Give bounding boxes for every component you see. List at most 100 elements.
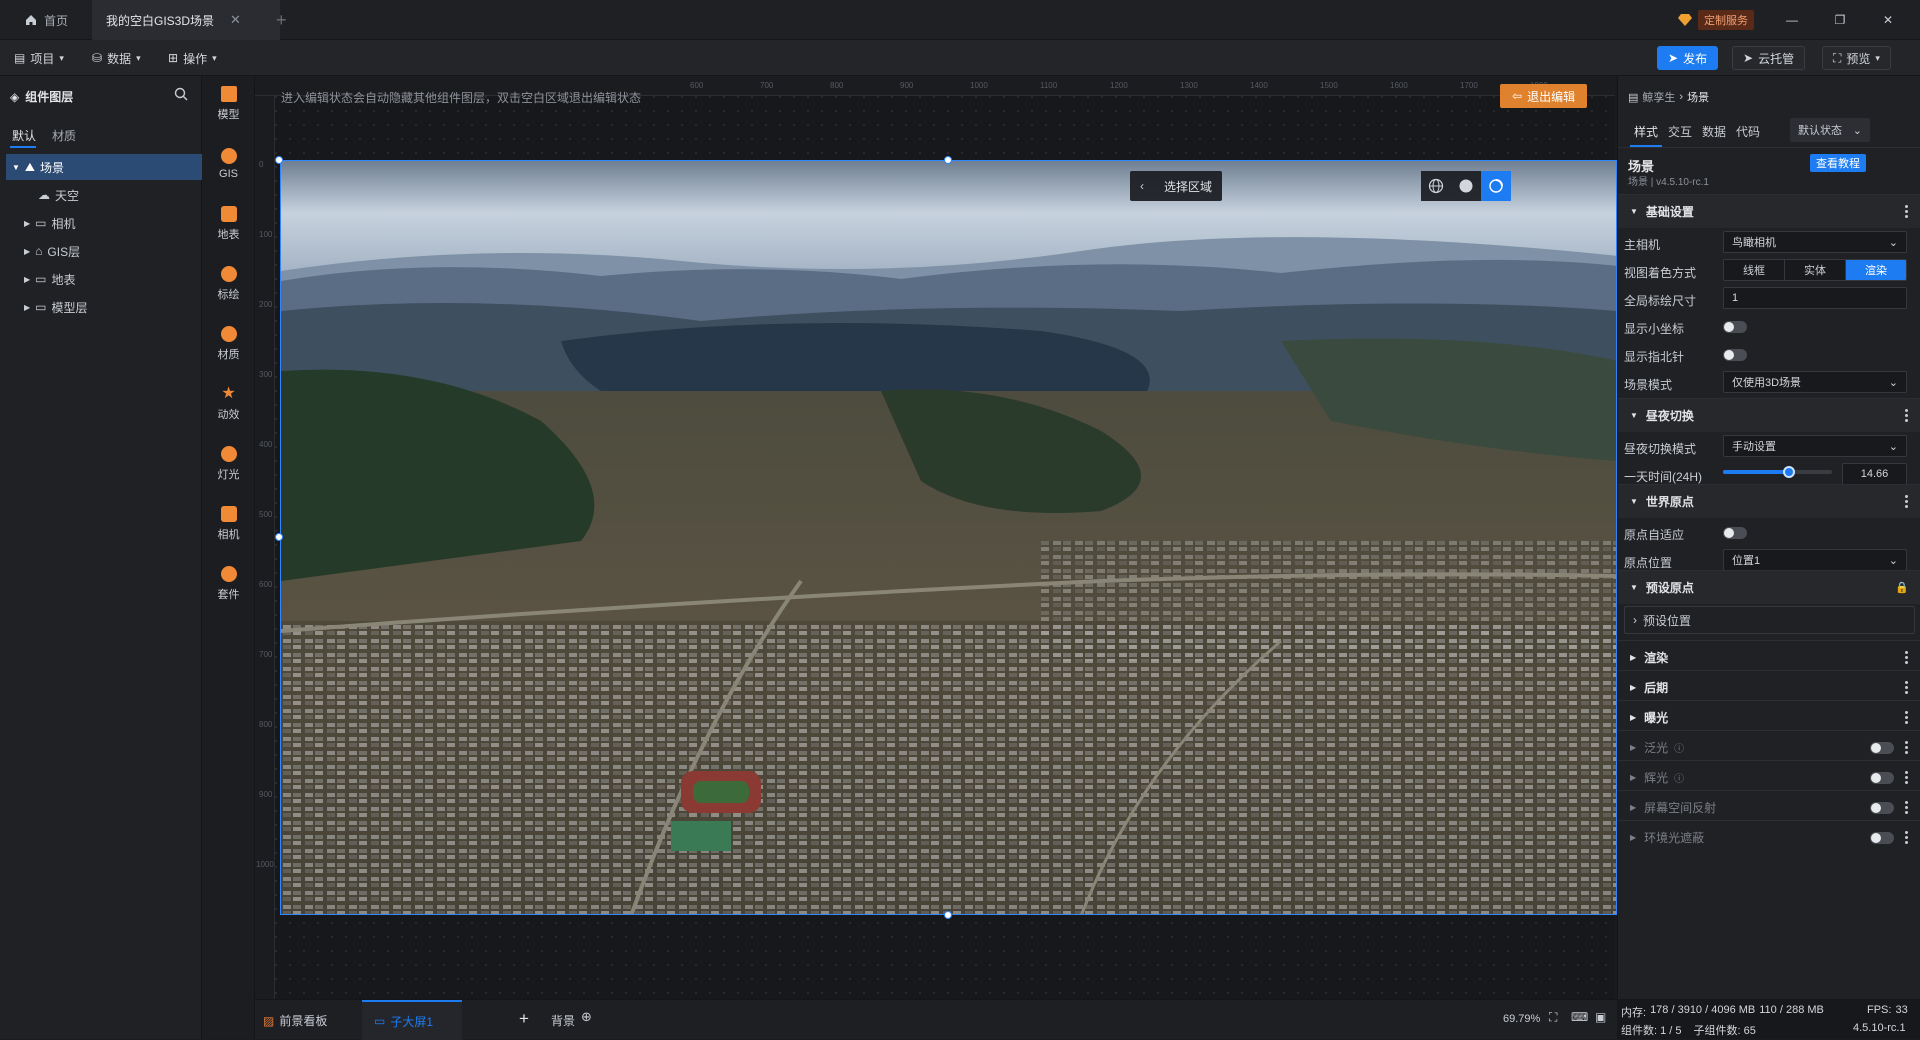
- tab-home[interactable]: 首页: [10, 0, 82, 40]
- scene-viewport[interactable]: ‹ 选择区域: [280, 160, 1617, 915]
- tree-item-scene[interactable]: ▼ ⛰ 场景: [6, 154, 202, 180]
- minimize-icon[interactable]: —: [1770, 0, 1814, 40]
- main-camera-select[interactable]: 鸟瞰相机 ⌄: [1723, 231, 1907, 253]
- tree-item-camera[interactable]: ▶ ▭ 相机: [6, 210, 202, 236]
- resize-handle-tl[interactable]: [275, 156, 283, 164]
- shading-option-render[interactable]: 渲染: [1846, 260, 1906, 280]
- time-value-input[interactable]: 14.66: [1842, 463, 1907, 485]
- tab-code[interactable]: 代码: [1736, 123, 1760, 140]
- more-icon[interactable]: [1905, 771, 1909, 784]
- layers-tab-default[interactable]: 默认: [12, 127, 36, 144]
- more-icon[interactable]: [1905, 409, 1909, 422]
- iconbar-marker[interactable]: 标绘: [202, 256, 255, 312]
- origin-position-select[interactable]: 位置1 ⌄: [1723, 549, 1907, 571]
- cloud-host-button[interactable]: ➤ 云托管: [1732, 46, 1806, 70]
- ssr-toggle[interactable]: [1870, 802, 1894, 814]
- chevron-left-icon[interactable]: ‹: [1130, 179, 1154, 193]
- help-icon[interactable]: ⓘ: [1674, 740, 1684, 755]
- section-basic[interactable]: ▼ 基础设置: [1618, 194, 1920, 228]
- iconbar-model[interactable]: 模型: [202, 76, 255, 132]
- more-icon[interactable]: [1905, 205, 1909, 218]
- keyboard-icon[interactable]: ⌨: [1571, 1010, 1588, 1024]
- help-icon[interactable]: ⓘ: [1674, 770, 1684, 785]
- wireframe-globe-icon[interactable]: [1421, 171, 1451, 201]
- daynight-mode-select[interactable]: 手动设置 ⌄: [1723, 435, 1907, 457]
- marker-size-input[interactable]: 1: [1723, 287, 1907, 309]
- section-glow[interactable]: ▶ 辉光 ⓘ: [1618, 760, 1920, 794]
- show-compass-toggle[interactable]: [1723, 349, 1747, 361]
- layers-tab-material[interactable]: 材质: [52, 127, 76, 144]
- state-select[interactable]: 默认状态 ⌄: [1790, 118, 1870, 142]
- iconbar-terrain[interactable]: 地表: [202, 196, 255, 252]
- tab-scene[interactable]: 我的空白GIS3D场景 ✕: [92, 0, 280, 40]
- preview-button[interactable]: ⛶ 预览 ▾: [1822, 46, 1891, 70]
- tab-interaction[interactable]: 交互: [1668, 123, 1692, 140]
- solid-sphere-icon[interactable]: [1451, 171, 1481, 201]
- ao-toggle[interactable]: [1870, 832, 1894, 844]
- more-icon[interactable]: [1905, 741, 1909, 754]
- resize-handle-left[interactable]: [275, 533, 283, 541]
- section-preset[interactable]: ▼ 预设原点 🔒: [1618, 570, 1920, 604]
- tab-data[interactable]: 数据: [1702, 123, 1726, 140]
- section-ao[interactable]: ▶ 环境光遮蔽: [1618, 820, 1920, 854]
- menu-data[interactable]: ⛁ 数据 ▾: [92, 40, 141, 76]
- tab-foreground-board[interactable]: ▨ 前景看板: [263, 1012, 327, 1029]
- section-ssr[interactable]: ▶ 屏幕空间反射: [1618, 790, 1920, 824]
- resize-handle-bottom[interactable]: [944, 911, 952, 919]
- more-icon[interactable]: [1905, 711, 1909, 724]
- exit-edit-button[interactable]: ⇦ 退出编辑: [1500, 84, 1588, 108]
- background-button[interactable]: 背景 ⊕: [551, 1009, 592, 1029]
- tree-item-model-layer[interactable]: ▶ ▭ 模型层: [6, 294, 202, 320]
- section-render[interactable]: ▶ 渲染: [1618, 640, 1920, 674]
- tab-style[interactable]: 样式: [1634, 123, 1658, 140]
- iconbar-kit[interactable]: 套件: [202, 556, 255, 612]
- section-daynight[interactable]: ▼ 昼夜切换: [1618, 398, 1920, 432]
- publish-button[interactable]: ➤ 发布: [1657, 46, 1719, 70]
- new-tab-icon[interactable]: +: [276, 10, 287, 31]
- tab-sub-screen-1[interactable]: ▭ 子大屏1: [362, 1000, 462, 1040]
- select-region-button[interactable]: 选择区域: [1154, 178, 1222, 195]
- preset-position-row[interactable]: › 预设位置: [1624, 606, 1915, 634]
- iconbar-camera[interactable]: 相机: [202, 496, 255, 552]
- section-postprocess[interactable]: ▶ 后期: [1618, 670, 1920, 704]
- iconbar-effect[interactable]: ★ 动效: [202, 376, 255, 432]
- shading-option-solid[interactable]: 实体: [1785, 260, 1846, 280]
- tree-item-gis[interactable]: ▶ ⌂ GIS层: [6, 238, 202, 264]
- fit-screen-icon[interactable]: ⛶: [1549, 1010, 1557, 1025]
- tree-item-sky[interactable]: ☁ 天空: [6, 182, 202, 208]
- show-axes-toggle[interactable]: [1723, 321, 1747, 333]
- breadcrumb-root[interactable]: 鲸孪生: [1642, 89, 1675, 105]
- close-window-icon[interactable]: ✕: [1866, 0, 1910, 40]
- more-icon[interactable]: [1905, 495, 1909, 508]
- section-exposure[interactable]: ▶ 曝光: [1618, 700, 1920, 734]
- menu-project[interactable]: ▤ 项目 ▾: [14, 40, 64, 76]
- iconbar-light[interactable]: 灯光: [202, 436, 255, 492]
- more-icon[interactable]: [1905, 831, 1909, 844]
- render-sphere-icon[interactable]: [1481, 171, 1511, 201]
- more-icon[interactable]: [1905, 651, 1909, 664]
- time-slider-knob[interactable]: [1783, 466, 1796, 478]
- lock-icon[interactable]: 🔒: [1895, 581, 1909, 594]
- zoom-level[interactable]: 69.79%: [1503, 1013, 1540, 1025]
- close-tab-icon[interactable]: ✕: [230, 12, 241, 28]
- add-screen-icon[interactable]: +: [519, 1009, 529, 1029]
- tree-item-terrain[interactable]: ▶ ▭ 地表: [6, 266, 202, 292]
- iconbar-material[interactable]: 材质: [202, 316, 255, 372]
- shading-option-wireframe[interactable]: 线框: [1724, 260, 1785, 280]
- glow-toggle[interactable]: [1870, 772, 1894, 784]
- resize-handle-top[interactable]: [944, 156, 952, 164]
- iconbar-gis[interactable]: GIS: [202, 136, 255, 192]
- tutorial-button[interactable]: 查看教程: [1810, 154, 1866, 172]
- menu-operate[interactable]: ⊞ 操作 ▾: [168, 40, 217, 76]
- section-bloom[interactable]: ▶ 泛光 ⓘ: [1618, 730, 1920, 764]
- scene-mode-select[interactable]: 仅使用3D场景 ⌄: [1723, 371, 1907, 393]
- restore-icon[interactable]: ❐: [1818, 0, 1862, 40]
- origin-auto-toggle[interactable]: [1723, 527, 1747, 539]
- more-icon[interactable]: [1905, 681, 1909, 694]
- custom-service-button[interactable]: 定制服务: [1678, 10, 1754, 30]
- more-icon[interactable]: [1905, 801, 1909, 814]
- section-origin[interactable]: ▼ 世界原点: [1618, 484, 1920, 518]
- time-slider-track[interactable]: [1723, 466, 1832, 478]
- bloom-toggle[interactable]: [1870, 742, 1894, 754]
- search-icon[interactable]: [174, 87, 188, 101]
